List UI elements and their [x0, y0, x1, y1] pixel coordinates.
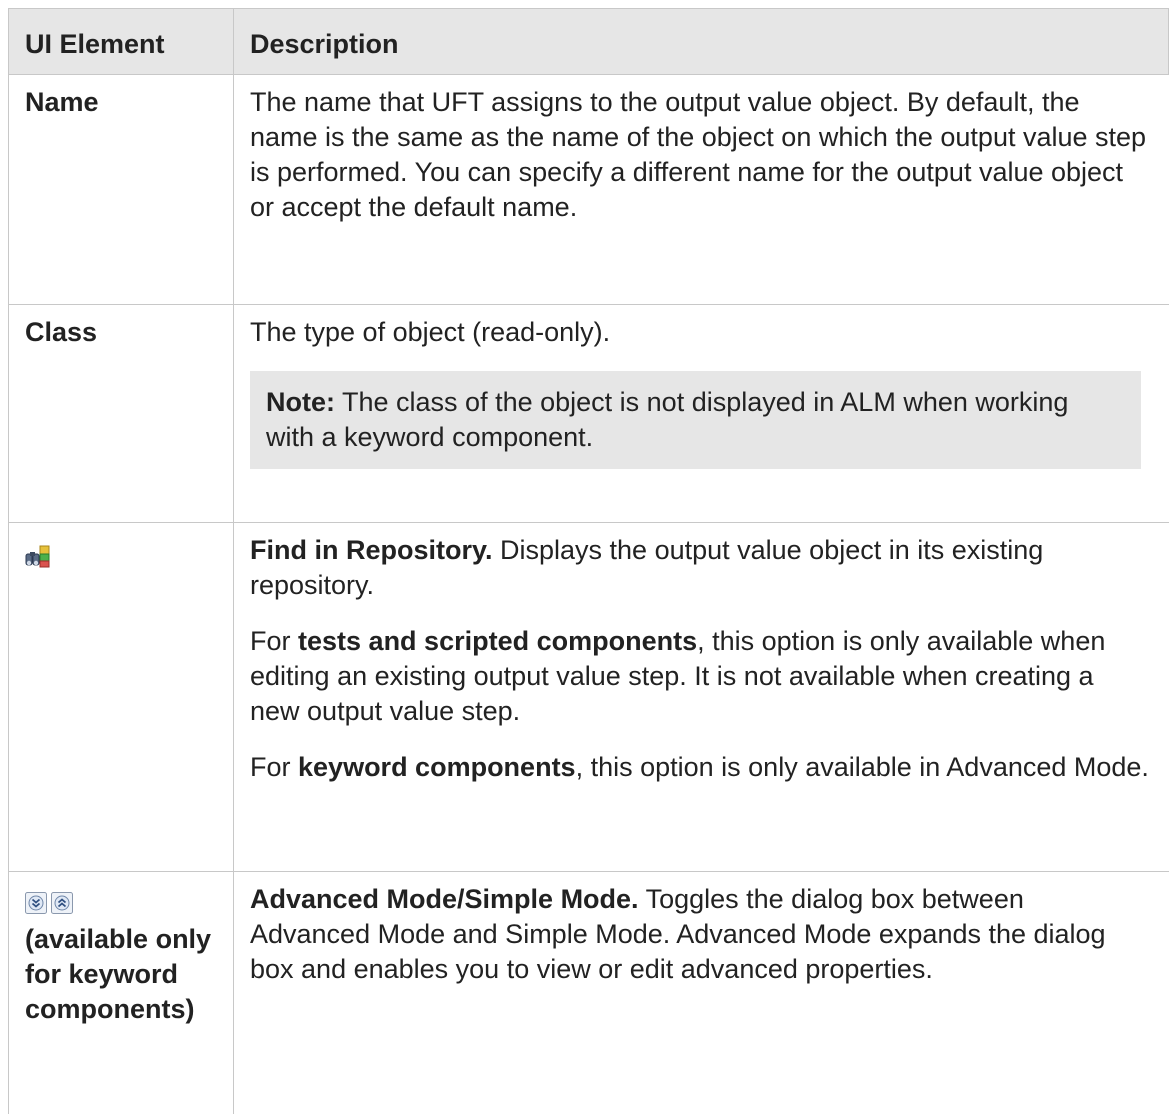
- table-row: Name The name that UFT assigns to the ou…: [9, 75, 1169, 305]
- table-row: Find in Repository. Displays the output …: [9, 523, 1169, 872]
- term-availability-note: (available only for keyword components): [25, 924, 212, 1024]
- term-find-in-repository: [9, 523, 234, 871]
- note-label: Note:: [266, 387, 335, 417]
- note-box: Note: The class of the object is not dis…: [250, 371, 1141, 469]
- term-name: Name: [9, 75, 234, 304]
- description-advanced-simple-mode: Advanced Mode/Simple Mode. Toggles the d…: [250, 884, 1106, 984]
- header-ui-element: UI Element: [9, 9, 234, 74]
- table-row: Class The type of object (read-only). No…: [9, 305, 1169, 523]
- term-class: Class: [9, 305, 234, 522]
- description-class: The type of object (read-only). Note: Th…: [234, 305, 1169, 522]
- table-row: (available only for keyword components) …: [9, 872, 1169, 1114]
- description-name: The name that UFT assigns to the output …: [250, 87, 1147, 222]
- advanced-mode-icon[interactable]: [25, 892, 47, 919]
- note-text: The class of the object is not displayed…: [266, 387, 1069, 452]
- description-find-in-repository: Find in Repository. Displays the output …: [250, 535, 1149, 782]
- term-advanced-simple-mode: (available only for keyword components): [9, 872, 234, 1114]
- table-header: UI Element Description: [9, 8, 1169, 75]
- ui-element-table: UI Element Description Name The name tha…: [8, 8, 1169, 1114]
- header-description: Description: [234, 9, 1169, 74]
- find-in-repository-icon[interactable]: [25, 545, 51, 574]
- simple-mode-icon[interactable]: [51, 892, 73, 919]
